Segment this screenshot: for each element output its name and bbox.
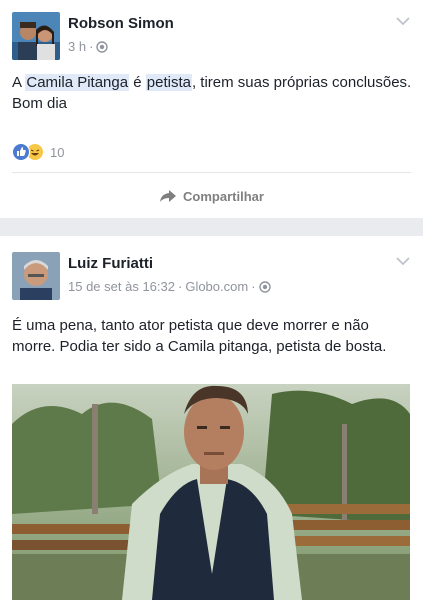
post-card-luiz: Luiz Furiatti 15 de set às 16:32 · Globo.c… bbox=[0, 236, 423, 600]
globe-icon bbox=[258, 281, 271, 293]
post-card-robson: Robson Simon 3 h · A Camila Pitanga é pet… bbox=[0, 0, 423, 218]
hashtag-link[interactable]: petista bbox=[145, 74, 192, 91]
post-header: Luiz Furiatti 15 de set às 16:32 · Globo.c… bbox=[12, 252, 412, 300]
globe-icon bbox=[96, 41, 109, 53]
reaction-count: 10 bbox=[50, 144, 65, 160]
post-source[interactable]: Globo.com bbox=[185, 279, 248, 294]
share-arrow-icon bbox=[160, 190, 177, 202]
shared-link-photo[interactable] bbox=[12, 384, 410, 600]
post-time[interactable]: 15 de set às 16:32 bbox=[68, 279, 175, 294]
share-button[interactable]: Compartilhar bbox=[0, 185, 423, 207]
tagged-name-link[interactable]: Camila Pitanga bbox=[25, 74, 130, 91]
post-meta: 3 h · bbox=[68, 39, 109, 54]
post-text-segment: é bbox=[129, 74, 146, 91]
chevron-down-icon[interactable] bbox=[396, 16, 410, 26]
post-text-line: Bom dia bbox=[12, 95, 68, 112]
divider bbox=[12, 172, 411, 173]
share-label: Compartilhar bbox=[183, 188, 264, 204]
post-text-segment: , tirem suas próprias conclusões. bbox=[191, 74, 412, 91]
reactions-bar[interactable]: 10 bbox=[12, 143, 64, 161]
post-text: É uma pena, tanto ator petista que deve … bbox=[12, 317, 387, 355]
chevron-down-icon[interactable] bbox=[396, 256, 410, 266]
like-reaction-icon bbox=[12, 143, 30, 161]
post-meta: 15 de set às 16:32 · Globo.com · bbox=[68, 279, 271, 294]
post-text: A Camila Pitanga é petista, tirem suas p… bbox=[12, 72, 412, 114]
avatar[interactable] bbox=[12, 252, 60, 300]
post-text-segment: A bbox=[12, 74, 26, 91]
post-header: Robson Simon 3 h · bbox=[12, 12, 412, 60]
avatar[interactable] bbox=[12, 12, 60, 60]
author-name[interactable]: Luiz Furiatti bbox=[68, 255, 153, 272]
author-name[interactable]: Robson Simon bbox=[68, 15, 174, 32]
post-time[interactable]: 3 h bbox=[68, 39, 86, 54]
